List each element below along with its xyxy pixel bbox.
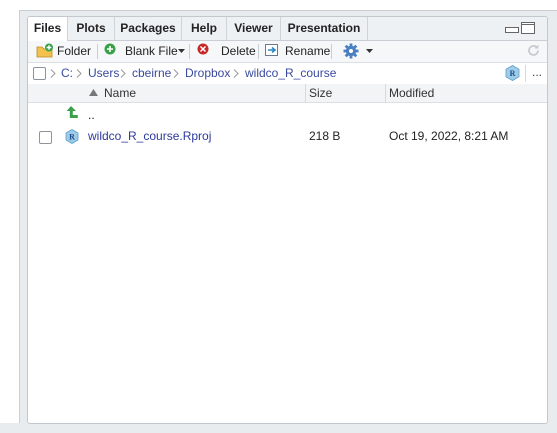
svg-text:R: R xyxy=(510,69,516,78)
tab-plots[interactable]: Plots xyxy=(68,17,115,40)
delete-icon xyxy=(197,43,209,55)
parent-directory-link[interactable]: .. xyxy=(88,104,95,127)
delete-button[interactable]: Delete xyxy=(221,43,256,60)
row-checkbox[interactable] xyxy=(39,131,52,144)
chevron-right-icon xyxy=(233,69,239,78)
toolbar-separator xyxy=(258,44,259,59)
toolbar-separator xyxy=(189,44,190,59)
sort-ascending-icon xyxy=(89,89,98,96)
gear-icon[interactable] xyxy=(343,43,359,59)
divider xyxy=(525,65,526,82)
column-size[interactable]: Size xyxy=(309,84,332,102)
breadcrumb-item[interactable]: Users xyxy=(88,63,119,84)
toolbar-separator xyxy=(331,44,332,59)
files-pane: Files Plots Packages Help Viewer Present… xyxy=(27,16,548,424)
blank-file-button[interactable]: Blank File xyxy=(125,43,178,60)
tab-presentation[interactable]: Presentation xyxy=(281,17,368,40)
new-folder-icon xyxy=(36,43,53,58)
rename-icon xyxy=(265,44,278,56)
parent-directory-row[interactable]: .. xyxy=(28,103,547,126)
maximize-icon[interactable] xyxy=(521,22,535,34)
left-pane-edge xyxy=(0,10,20,423)
rename-button[interactable]: Rename xyxy=(285,43,330,60)
breadcrumb-item[interactable]: wildco_R_course xyxy=(245,63,336,84)
chevron-right-icon xyxy=(173,69,179,78)
tab-files[interactable]: Files xyxy=(28,17,68,41)
files-toolbar: Folder Blank File Delete Rename xyxy=(28,41,547,63)
toolbar-separator xyxy=(97,44,98,59)
minimize-icon[interactable] xyxy=(505,27,519,33)
column-name[interactable]: Name xyxy=(104,84,136,102)
refresh-icon[interactable] xyxy=(526,43,541,58)
file-size: 218 B xyxy=(309,129,341,143)
column-divider xyxy=(385,84,386,102)
file-list-header: Name Size Modified xyxy=(28,84,547,103)
select-all-checkbox[interactable] xyxy=(33,67,46,80)
more-options-button[interactable]: ... xyxy=(532,63,542,82)
column-modified[interactable]: Modified xyxy=(389,84,434,102)
table-row: R wildco_R_course.Rproj 218 B Oct 19, 20… xyxy=(28,125,547,148)
chevron-right-icon xyxy=(76,69,82,78)
rproj-icon: R xyxy=(65,129,79,144)
file-modified: Oct 19, 2022, 8:21 AM xyxy=(389,129,509,143)
breadcrumb-item[interactable]: cbeirne xyxy=(132,63,171,84)
chevron-right-icon xyxy=(50,69,56,78)
breadcrumb-item[interactable]: Dropbox xyxy=(185,63,230,84)
tab-help[interactable]: Help xyxy=(182,17,227,40)
chevron-right-icon xyxy=(120,69,126,78)
tab-packages[interactable]: Packages xyxy=(115,17,182,40)
file-name-link[interactable]: wildco_R_course.Rproj xyxy=(88,125,211,148)
tab-bar: Files Plots Packages Help Viewer Present… xyxy=(28,17,547,41)
go-up-icon xyxy=(66,106,78,118)
breadcrumb-item[interactable]: C: xyxy=(61,63,73,84)
new-folder-button[interactable]: Folder xyxy=(57,43,91,60)
add-file-icon xyxy=(104,43,116,55)
svg-text:R: R xyxy=(69,133,75,142)
column-divider xyxy=(305,84,306,102)
chevron-down-icon[interactable] xyxy=(178,49,185,54)
tab-viewer[interactable]: Viewer xyxy=(227,17,281,40)
upper-pane xyxy=(0,0,557,11)
breadcrumb: C: Users cbeirne Dropbox wildco_R_course… xyxy=(28,63,547,85)
chevron-down-icon[interactable] xyxy=(366,49,373,54)
rproj-icon[interactable]: R xyxy=(505,65,520,81)
